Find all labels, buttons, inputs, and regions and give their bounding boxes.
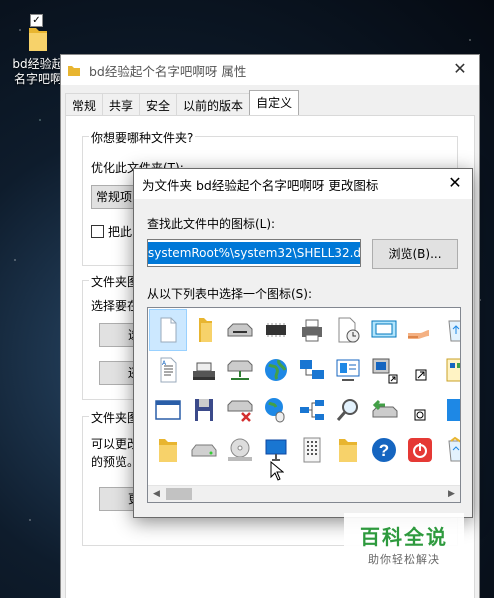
watermark-subtitle: 助你轻松解决 bbox=[368, 553, 440, 566]
apply-subfolders-label: 把此 bbox=[108, 225, 133, 239]
icon-file-path-value: systemRoot%\system32\SHELL32.dll bbox=[148, 242, 360, 264]
recycle-bin-full-icon[interactable] bbox=[438, 430, 460, 470]
properties-titlebar[interactable]: bd经验起个名字吧啊呀 属性 ✕ bbox=[61, 55, 479, 85]
clock-small-icon[interactable] bbox=[402, 390, 438, 430]
floppy-drive-icon[interactable] bbox=[222, 310, 258, 350]
close-icon[interactable]: ✕ bbox=[449, 59, 471, 81]
display-icon[interactable] bbox=[366, 310, 402, 350]
file-grid-icon[interactable] bbox=[294, 430, 330, 470]
folder-icon bbox=[29, 28, 47, 51]
tab-general[interactable]: 常规 bbox=[65, 93, 104, 115]
power-icon[interactable] bbox=[402, 430, 438, 470]
icon-grid: A ? bbox=[149, 309, 460, 470]
blue-panel-icon[interactable] bbox=[438, 390, 460, 430]
magnifier-icon[interactable] bbox=[330, 390, 366, 430]
network-drive-disconnected-icon[interactable] bbox=[222, 390, 258, 430]
change-icon-dialog: 为文件夹 bd经验起个名字吧啊呀 更改图标 ✕ 查找此文件中的图标(L): sy… bbox=[133, 168, 473, 518]
globe-mouse-icon[interactable] bbox=[258, 390, 294, 430]
horizontal-scrollbar[interactable]: ◀ ▶ bbox=[148, 485, 460, 502]
shortcut-arrow-icon[interactable] bbox=[402, 350, 438, 390]
watermark-title: 百科全说 bbox=[360, 525, 448, 549]
scroll-right-icon[interactable]: ▶ bbox=[443, 486, 460, 502]
mouse-cursor-icon bbox=[270, 461, 284, 481]
network-icon[interactable] bbox=[294, 390, 330, 430]
tab-customize[interactable]: 自定义 bbox=[249, 90, 300, 115]
document-clock-icon[interactable] bbox=[330, 310, 366, 350]
apply-subfolders-row: 把此 bbox=[91, 223, 132, 240]
scrollbar-thumb[interactable] bbox=[166, 488, 192, 500]
recycle-bin-empty-icon[interactable] bbox=[438, 310, 460, 350]
tab-previous-versions[interactable]: 以前的版本 bbox=[176, 93, 251, 115]
dialog-titlebar[interactable]: 为文件夹 bd经验起个名字吧啊呀 更改图标 ✕ bbox=[134, 169, 472, 199]
blank-document-icon[interactable] bbox=[149, 309, 187, 351]
hard-drive-icon[interactable] bbox=[186, 430, 222, 470]
checkbox-icon[interactable]: ✓ bbox=[30, 14, 43, 27]
browse-button[interactable]: 浏览(B)... bbox=[372, 239, 458, 269]
apply-subfolders-checkbox[interactable] bbox=[91, 225, 104, 238]
svg-text:?: ? bbox=[379, 441, 389, 460]
help-icon[interactable]: ? bbox=[366, 430, 402, 470]
tab-security[interactable]: 安全 bbox=[139, 93, 178, 115]
folder-type-group-label: 你想要哪种文件夹? bbox=[89, 129, 196, 146]
control-panel-icon[interactable] bbox=[330, 350, 366, 390]
computer-shortcut-icon[interactable] bbox=[366, 350, 402, 390]
dialog-title: 为文件夹 bd经验起个名字吧啊呀 更改图标 bbox=[142, 177, 379, 193]
network-computers-icon[interactable] bbox=[294, 350, 330, 390]
globe-icon[interactable] bbox=[258, 350, 294, 390]
window-icon[interactable] bbox=[150, 390, 186, 430]
properties-title: bd经验起个名字吧啊呀 属性 bbox=[89, 63, 247, 79]
cd-drive-icon[interactable] bbox=[222, 430, 258, 470]
folder-icons-text-2: 的预览。 bbox=[91, 455, 140, 469]
network-drive-icon[interactable] bbox=[222, 350, 258, 390]
folder-pictures-text: 选择要在 bbox=[91, 299, 140, 313]
scroll-left-icon[interactable]: ◀ bbox=[148, 486, 165, 502]
chip-icon[interactable] bbox=[258, 310, 294, 350]
icon-file-path-input[interactable]: systemRoot%\system32\SHELL32.dll bbox=[147, 239, 361, 267]
printer-desktop-icon[interactable] bbox=[186, 350, 222, 390]
folder-icon bbox=[68, 66, 80, 76]
save-disk-icon[interactable] bbox=[186, 390, 222, 430]
icon-list[interactable]: A ? ◀ ▶ bbox=[147, 307, 461, 503]
tab-sharing[interactable]: 共享 bbox=[102, 93, 141, 115]
folder-icon[interactable] bbox=[330, 430, 366, 470]
tab-bar: 常规 共享 安全 以前的版本 自定义 bbox=[65, 90, 300, 115]
watermark-logo: 百科全说 助你轻松解决 bbox=[344, 513, 464, 571]
printer-icon[interactable] bbox=[294, 310, 330, 350]
folder-icons-text-1: 可以更改 bbox=[91, 437, 140, 451]
program-group-icon[interactable] bbox=[438, 350, 460, 390]
folder-icon[interactable] bbox=[186, 310, 222, 350]
select-icon-label: 从以下列表中选择一个图标(S): bbox=[147, 287, 313, 301]
close-icon[interactable]: ✕ bbox=[444, 173, 466, 195]
folder-icon[interactable] bbox=[150, 430, 186, 470]
text-document-icon[interactable]: A bbox=[150, 350, 186, 390]
find-icons-label: 查找此文件中的图标(L): bbox=[147, 217, 276, 231]
drive-arrow-icon[interactable] bbox=[366, 390, 402, 430]
hand-share-icon[interactable] bbox=[402, 310, 438, 350]
